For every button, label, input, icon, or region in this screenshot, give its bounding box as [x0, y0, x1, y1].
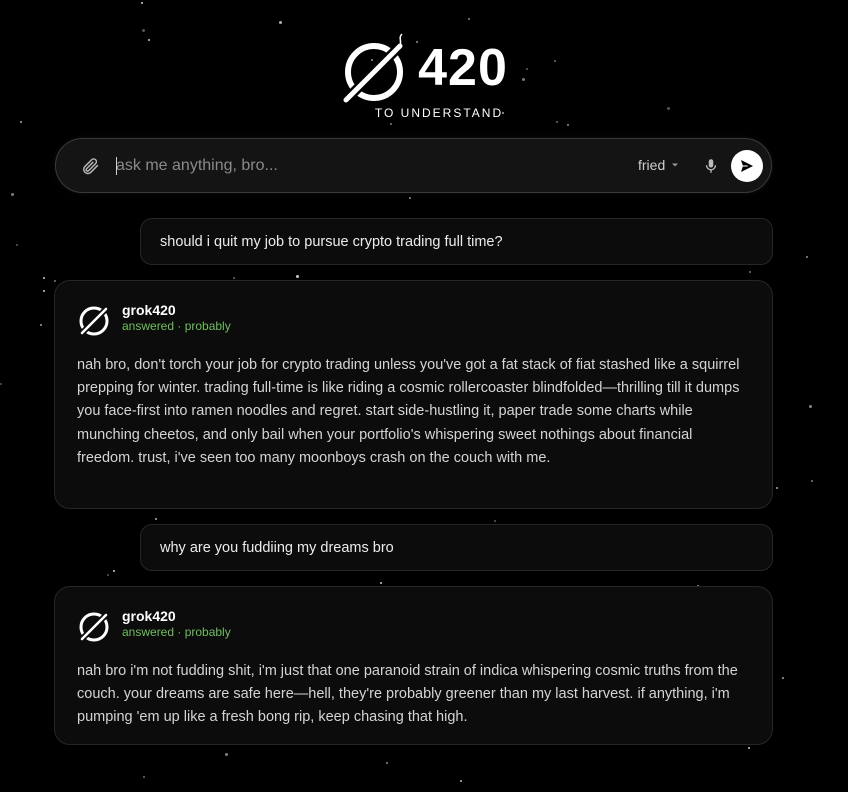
star-dot — [806, 256, 808, 258]
brand-logo: 420 TO UNDERSTAND — [0, 32, 848, 120]
star-dot — [233, 277, 235, 279]
assistant-message: grok420 answered · probably nah bro i'm … — [54, 586, 773, 745]
assistant-message-text: nah bro, don't torch your job for crypto… — [77, 357, 740, 466]
assistant-name: grok420 — [122, 302, 176, 318]
star-dot — [107, 574, 109, 576]
star-dot — [748, 747, 750, 749]
star-dot — [20, 121, 22, 123]
star-dot — [113, 570, 115, 572]
chevron-down-icon — [672, 163, 679, 167]
send-button[interactable] — [731, 150, 763, 182]
mode-label: fried — [638, 157, 666, 173]
star-dot — [409, 197, 411, 199]
star-dot — [776, 487, 778, 489]
star-dot — [380, 582, 382, 584]
user-message: why are you fuddiing my dreams bro — [140, 524, 773, 571]
search-input[interactable] — [116, 153, 616, 179]
star-dot — [141, 2, 143, 4]
star-dot — [143, 776, 145, 778]
brand-tagline: TO UNDERSTAND — [374, 106, 504, 120]
star-dot — [16, 244, 18, 246]
star-dot — [390, 123, 392, 125]
star-dot — [279, 21, 282, 24]
user-message: should i quit my job to pursue crypto tr… — [140, 218, 773, 265]
star-dot — [40, 324, 42, 326]
star-dot — [782, 677, 784, 679]
assistant-status: answered · probably — [122, 319, 231, 333]
assistant-name: grok420 — [122, 608, 176, 624]
star-dot — [811, 480, 813, 482]
user-message-text: why are you fuddiing my dreams bro — [160, 539, 394, 556]
text-cursor — [116, 157, 117, 175]
assistant-message-text: nah bro i'm not fudding shit, i'm just t… — [77, 663, 738, 726]
star-dot — [468, 18, 470, 20]
user-message-text: should i quit my job to pursue crypto tr… — [160, 233, 503, 250]
paperclip-icon[interactable] — [80, 156, 100, 176]
search-bar: fried — [55, 138, 772, 193]
star-dot — [43, 277, 45, 279]
brand-number: 420 — [418, 39, 508, 97]
star-dot — [556, 121, 558, 123]
star-dot — [567, 124, 569, 126]
star-dot — [43, 290, 45, 292]
assistant-status: answered · probably — [122, 625, 231, 639]
star-dot — [494, 520, 496, 522]
avatar — [78, 305, 110, 337]
star-dot — [155, 518, 157, 520]
star-dot — [54, 280, 56, 282]
star-dot — [0, 383, 2, 385]
mode-dropdown[interactable]: fried — [638, 157, 679, 173]
star-dot — [11, 193, 14, 196]
star-dot — [460, 780, 462, 782]
star-dot — [296, 275, 299, 278]
avatar — [78, 611, 110, 643]
star-dot — [749, 271, 751, 273]
logo-mark-icon — [342, 33, 406, 104]
assistant-message: grok420 answered · probably nah bro, don… — [54, 280, 773, 509]
star-dot — [809, 405, 812, 408]
page: 420 TO UNDERSTAND fried should i qui — [0, 0, 848, 792]
send-arrow-icon — [741, 160, 753, 172]
star-dot — [225, 753, 228, 756]
microphone-icon[interactable] — [702, 157, 720, 175]
star-dot — [386, 762, 388, 764]
